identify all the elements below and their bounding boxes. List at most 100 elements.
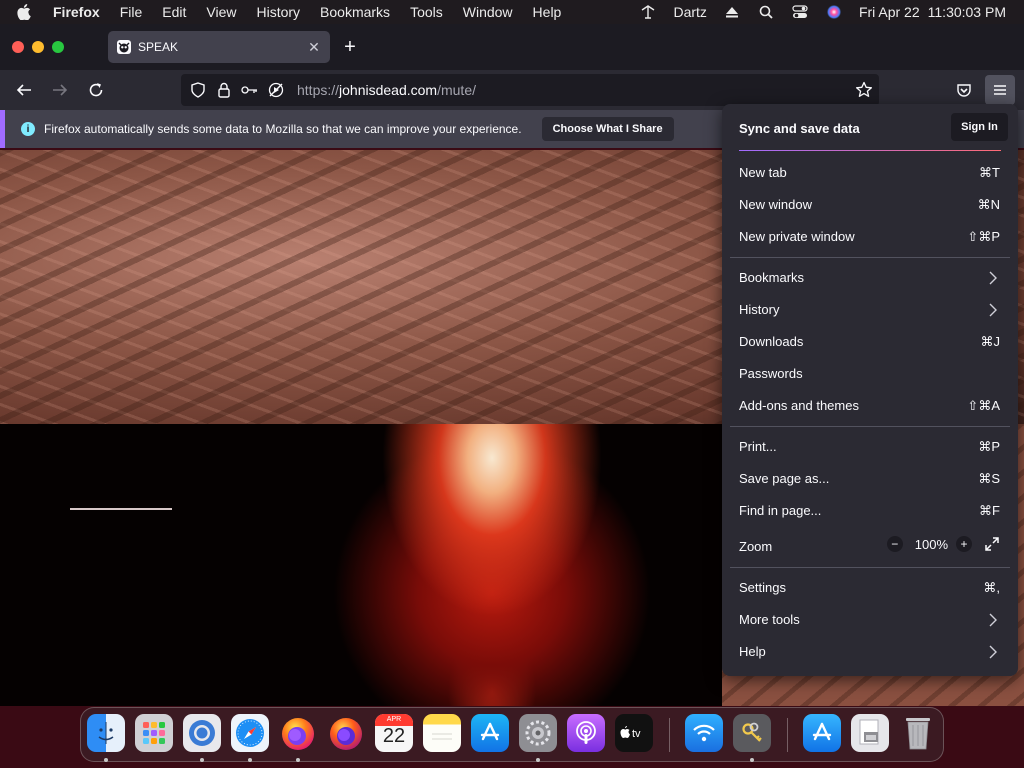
notes-icon[interactable] bbox=[423, 714, 461, 752]
zoom-out-minus-icon[interactable]: − bbox=[886, 536, 903, 552]
eject-icon[interactable] bbox=[723, 4, 741, 20]
spotlight-search-icon[interactable] bbox=[757, 4, 775, 20]
menu-item-bookmarks[interactable]: Bookmarks bbox=[722, 263, 1018, 293]
menu-separator bbox=[730, 257, 1010, 258]
sync-section: Sync and save data Sign In bbox=[722, 104, 1018, 150]
permissions-icon[interactable] bbox=[241, 81, 259, 99]
menu-item-shortcut: ⌘J bbox=[980, 334, 1001, 349]
tab-speak[interactable]: SPEAK ✕ bbox=[108, 31, 330, 63]
calendar-icon[interactable]: APR 22 bbox=[375, 714, 413, 752]
window-close-button[interactable] bbox=[12, 41, 24, 53]
zoom-in-plus-icon[interactable]: + bbox=[956, 536, 972, 552]
menu-item-label: Save page as... bbox=[739, 471, 830, 486]
tab-strip: SPEAK ✕ + bbox=[0, 24, 1024, 70]
firefox-icon[interactable] bbox=[279, 714, 317, 752]
menu-item-help[interactable]: Help bbox=[722, 637, 1018, 667]
trash-icon[interactable] bbox=[899, 714, 937, 752]
podcasts-icon[interactable] bbox=[567, 714, 605, 752]
menu-item-label: New private window bbox=[739, 229, 855, 244]
menu-item-print[interactable]: Print... ⌘P bbox=[722, 432, 1018, 462]
menu-file[interactable]: File bbox=[120, 4, 143, 20]
tracking-protection-shield-icon[interactable] bbox=[189, 81, 207, 99]
menu-item-label: Add-ons and themes bbox=[739, 398, 859, 413]
menu-item-label: History bbox=[739, 302, 780, 317]
running-indicator bbox=[296, 758, 300, 762]
menu-item-new-window[interactable]: New window ⌘N bbox=[722, 190, 1018, 220]
screen: Firefox File Edit View History Bookmarks… bbox=[0, 0, 1024, 768]
menu-view[interactable]: View bbox=[206, 4, 236, 20]
menu-history[interactable]: History bbox=[256, 4, 300, 20]
menu-item-history[interactable]: History bbox=[722, 295, 1018, 325]
zoom-controls: − 100% + bbox=[886, 536, 1000, 552]
wireless-diagnostics-icon[interactable] bbox=[685, 714, 723, 752]
menu-item-passwords[interactable]: Passwords bbox=[722, 359, 1018, 389]
menu-item-label: New window bbox=[739, 197, 812, 212]
back-arrow-icon[interactable] bbox=[12, 78, 36, 102]
menu-help[interactable]: Help bbox=[533, 4, 562, 20]
network-icon[interactable] bbox=[639, 4, 657, 20]
site-favicon-icon bbox=[116, 39, 132, 55]
menu-item-shortcut: ⌘T bbox=[979, 165, 1000, 180]
menu-item-shortcut: ⌘, bbox=[983, 580, 1000, 595]
bookmark-star-icon[interactable] bbox=[855, 81, 873, 99]
pocket-icon[interactable] bbox=[952, 78, 976, 102]
chromium-icon[interactable] bbox=[183, 714, 221, 752]
url-bar[interactable]: https://johnisdead.com/mute/ bbox=[181, 74, 879, 106]
menu-item-more-tools[interactable]: More tools bbox=[722, 605, 1018, 635]
menu-item-addons-and-themes[interactable]: Add-ons and themes ⇧⌘A bbox=[722, 391, 1018, 421]
menu-item-downloads[interactable]: Downloads ⌘J bbox=[722, 327, 1018, 357]
finder-icon[interactable] bbox=[87, 714, 125, 752]
window-zoom-button[interactable] bbox=[52, 41, 64, 53]
macos-dock: APR 22 tv bbox=[80, 707, 944, 762]
tab-close-icon[interactable]: ✕ bbox=[306, 39, 322, 55]
control-center-icon[interactable] bbox=[791, 4, 809, 20]
launchpad-icon[interactable] bbox=[135, 714, 173, 752]
app-menu-panel: Sync and save data Sign In New tab ⌘T Ne… bbox=[722, 104, 1018, 676]
menubar-clock[interactable]: Fri Apr 22 11:30:03 PM bbox=[859, 4, 1006, 20]
running-indicator bbox=[104, 758, 108, 762]
menu-item-new-tab[interactable]: New tab ⌘T bbox=[722, 158, 1018, 188]
url-domain: johnisdead.com bbox=[339, 82, 438, 98]
siri-icon[interactable] bbox=[825, 4, 843, 20]
system-preferences-gear-icon[interactable] bbox=[519, 714, 557, 752]
info-icon: i bbox=[21, 122, 35, 136]
apple-tv-icon[interactable]: tv bbox=[615, 714, 653, 752]
menu-app-firefox[interactable]: Firefox bbox=[53, 4, 100, 20]
menu-item-shortcut: ⌘N bbox=[977, 197, 1000, 212]
menu-item-shortcut: ⌘S bbox=[978, 471, 1000, 486]
chevron-right-icon bbox=[988, 271, 998, 285]
menu-item-find-in-page[interactable]: Find in page... ⌘F bbox=[722, 496, 1018, 526]
forward-arrow-icon[interactable] bbox=[48, 78, 72, 102]
documents-stack-icon[interactable] bbox=[851, 714, 889, 752]
sign-in-button[interactable]: Sign In bbox=[951, 113, 1008, 141]
url-text[interactable]: https://johnisdead.com/mute/ bbox=[297, 82, 476, 98]
app-store-icon[interactable] bbox=[471, 714, 509, 752]
notification-message: Firefox automatically sends some data to… bbox=[44, 122, 522, 136]
keychain-access-icon[interactable] bbox=[733, 714, 771, 752]
lock-icon[interactable] bbox=[215, 81, 233, 99]
autoplay-blocked-icon[interactable] bbox=[267, 81, 285, 99]
safari-icon[interactable] bbox=[231, 714, 269, 752]
downloads-stack-icon[interactable] bbox=[803, 714, 841, 752]
menu-edit[interactable]: Edit bbox=[162, 4, 186, 20]
user-name[interactable]: Dartz bbox=[673, 4, 706, 20]
menu-tools[interactable]: Tools bbox=[410, 4, 443, 20]
menu-item-new-private-window[interactable]: New private window ⇧⌘P bbox=[722, 222, 1018, 252]
faint-streak-decoration bbox=[70, 508, 172, 510]
window-minimize-button[interactable] bbox=[32, 41, 44, 53]
fullscreen-expand-icon[interactable] bbox=[984, 536, 1000, 552]
firefox-developer-edition-icon[interactable] bbox=[327, 714, 365, 752]
app-menu-hamburger-icon[interactable] bbox=[985, 75, 1015, 105]
zoom-level[interactable]: 100% bbox=[915, 537, 948, 552]
new-tab-plus-icon[interactable]: + bbox=[340, 37, 360, 57]
menu-item-save-page-as[interactable]: Save page as... ⌘S bbox=[722, 464, 1018, 494]
choose-what-i-share-button[interactable]: Choose What I Share bbox=[541, 117, 674, 141]
menu-item-shortcut: ⇧⌘A bbox=[967, 398, 1000, 413]
clock-date: Fri Apr 22 bbox=[858, 4, 920, 20]
reload-icon[interactable] bbox=[84, 78, 108, 102]
menu-bookmarks[interactable]: Bookmarks bbox=[320, 4, 390, 20]
menu-window[interactable]: Window bbox=[463, 4, 513, 20]
menu-item-label: Print... bbox=[739, 439, 777, 454]
apple-icon[interactable] bbox=[17, 4, 35, 20]
menu-item-settings[interactable]: Settings ⌘, bbox=[722, 573, 1018, 603]
